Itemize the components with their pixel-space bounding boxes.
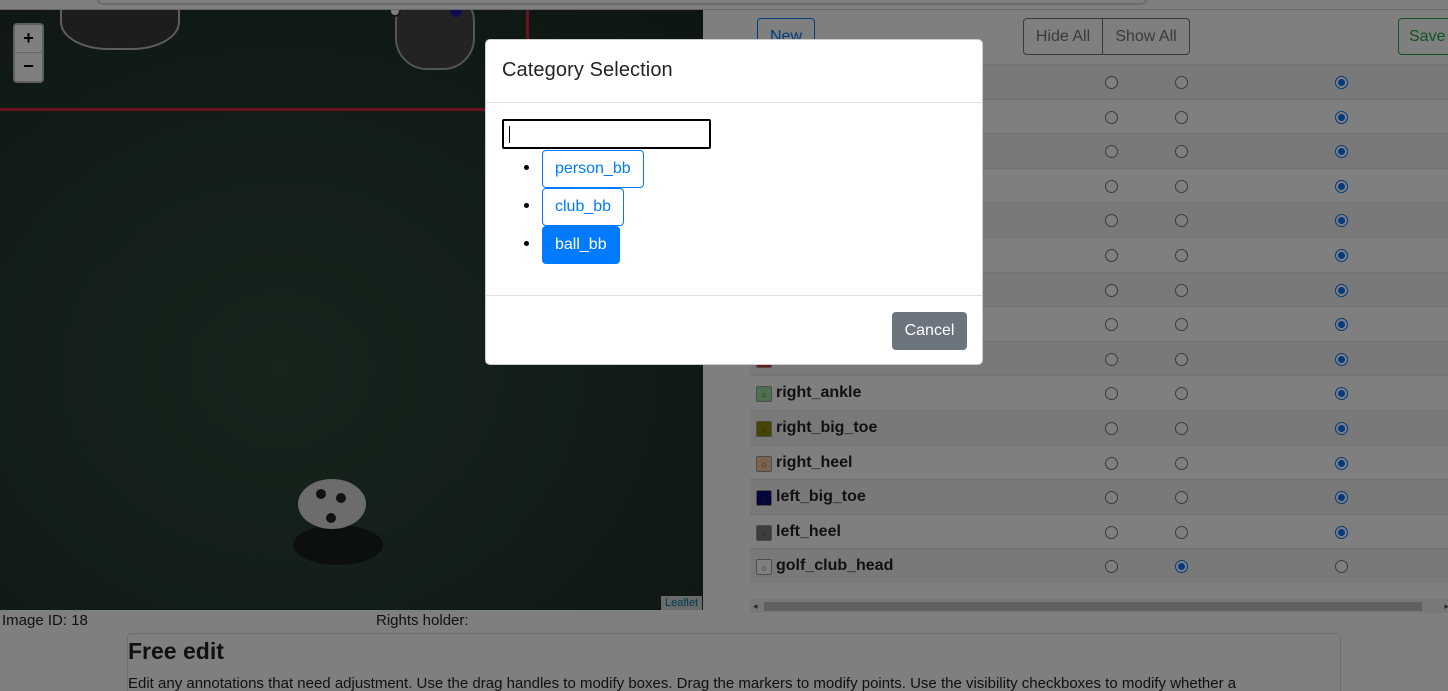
dialog-header: Category Selection: [486, 40, 982, 103]
dialog-footer: Cancel: [486, 296, 982, 366]
category-button[interactable]: ball_bb: [542, 226, 620, 264]
category-search-input[interactable]: [502, 119, 711, 149]
category-button[interactable]: person_bb: [542, 150, 644, 188]
cancel-button[interactable]: Cancel: [892, 312, 967, 350]
dialog-title: Category Selection: [502, 59, 673, 81]
category-selection-dialog: Category Selection person_bb club_bb ball_…: [485, 39, 983, 365]
text-cursor: [509, 126, 510, 143]
category-button[interactable]: club_bb: [542, 188, 625, 226]
dialog-body: person_bb club_bb ball_bb: [486, 103, 982, 296]
